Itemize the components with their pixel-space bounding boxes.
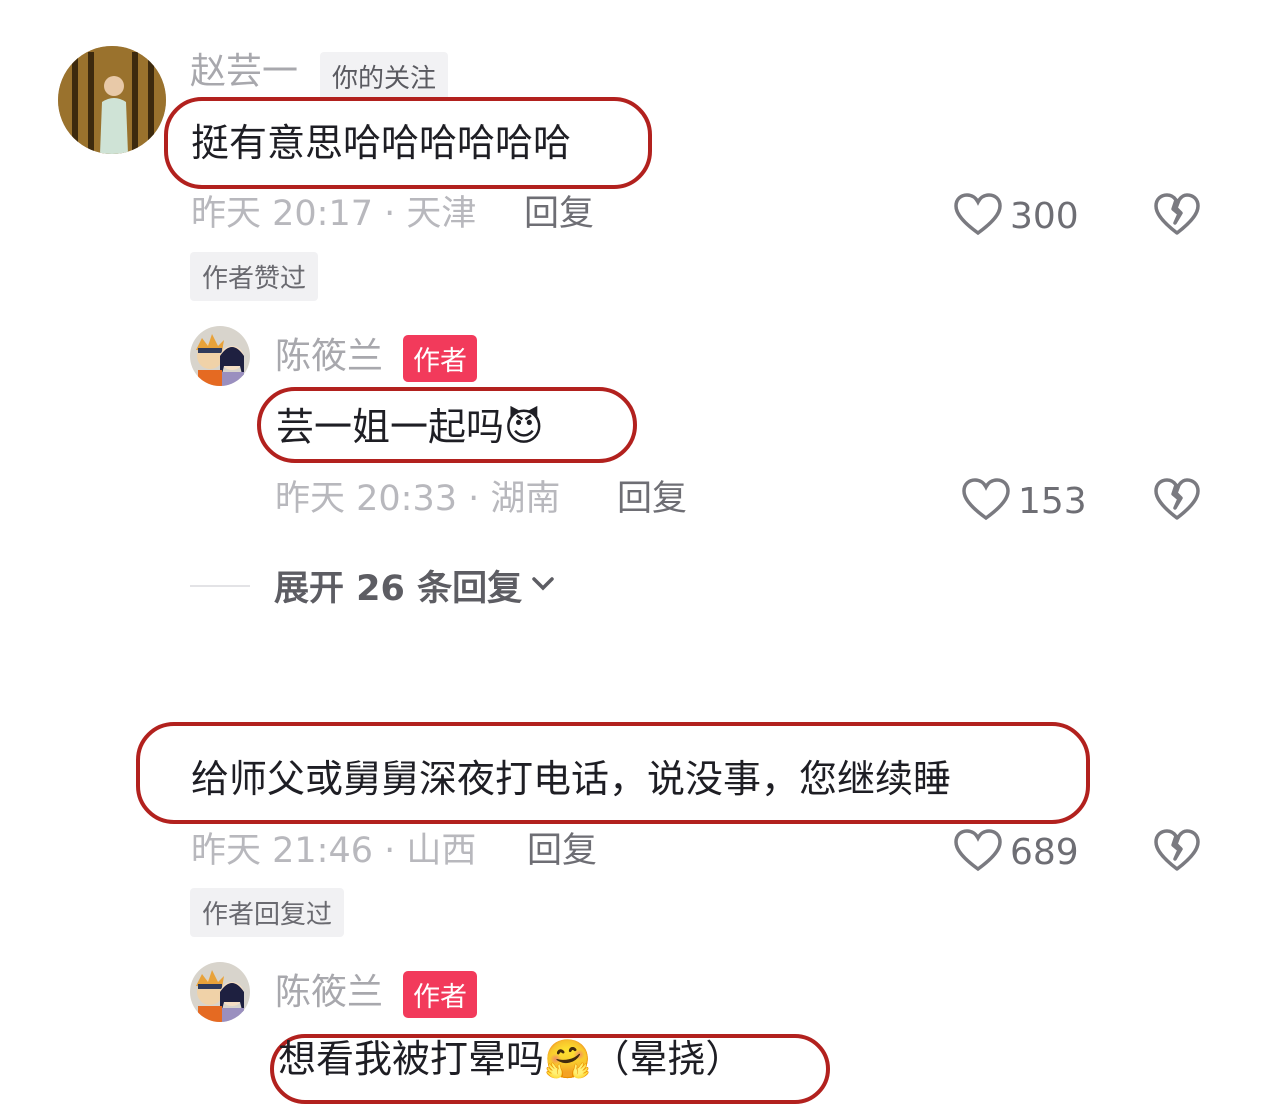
divider <box>190 584 250 587</box>
chevron-down-icon <box>532 576 554 595</box>
dislike-button[interactable] <box>1154 829 1200 877</box>
reply-time-location: 昨天 20:33 · 湖南 <box>275 479 561 519</box>
heart-outline-icon <box>954 193 1002 241</box>
reply-text: 芸一姐一起吗😈 <box>276 405 544 449</box>
author-tag: 作者 <box>403 971 477 1018</box>
hug-emoji: 🤗 <box>544 1037 592 1081</box>
like-count: 689 <box>1010 832 1079 873</box>
avatar[interactable] <box>190 962 250 1022</box>
like-button[interactable]: 153 <box>962 478 1087 526</box>
like-count: 153 <box>1018 481 1087 522</box>
expand-replies[interactable]: 展开 26 条回复 <box>190 560 554 611</box>
heart-outline-icon <box>954 829 1002 877</box>
dislike-button[interactable] <box>1154 478 1200 526</box>
author-tag: 作者 <box>403 335 477 382</box>
comment-text: 挺有意思哈哈哈哈哈哈 <box>191 121 572 165</box>
like-count: 300 <box>1010 196 1079 237</box>
comment-text: 给师父或舅舅深夜打电话，说没事，您继续睡 <box>191 757 952 801</box>
expand-replies-label[interactable]: 展开 26 条回复 <box>274 560 522 611</box>
comment-time-location: 昨天 21:46 · 山西 <box>191 831 477 871</box>
broken-heart-icon <box>1154 193 1200 241</box>
dislike-button[interactable] <box>1154 193 1200 241</box>
heart-outline-icon <box>962 478 1010 526</box>
reply-button[interactable]: 回复 <box>527 834 597 869</box>
reply-username[interactable]: 陈筱兰 <box>275 975 383 1011</box>
avatar[interactable] <box>190 326 250 386</box>
comment-time-location: 昨天 20:17 · 天津 <box>191 194 477 234</box>
author-liked-badge: 作者赞过 <box>190 252 319 301</box>
avatar[interactable] <box>58 46 166 154</box>
comment-username[interactable]: 赵芸一 <box>190 54 298 90</box>
broken-heart-icon <box>1154 478 1200 526</box>
like-button[interactable]: 300 <box>954 193 1079 241</box>
reply-username[interactable]: 陈筱兰 <box>275 339 383 375</box>
like-button[interactable]: 689 <box>954 829 1079 877</box>
reply-button[interactable]: 回复 <box>524 197 594 232</box>
broken-heart-icon <box>1154 829 1200 877</box>
follow-tag: 你的关注 <box>320 52 449 101</box>
reply-button[interactable]: 回复 <box>617 482 687 517</box>
reply-text: 想看我被打晕吗🤗（晕挠） <box>278 1037 744 1081</box>
devil-emoji: 😈 <box>504 405 544 449</box>
author-replied-badge: 作者回复过 <box>190 888 345 937</box>
